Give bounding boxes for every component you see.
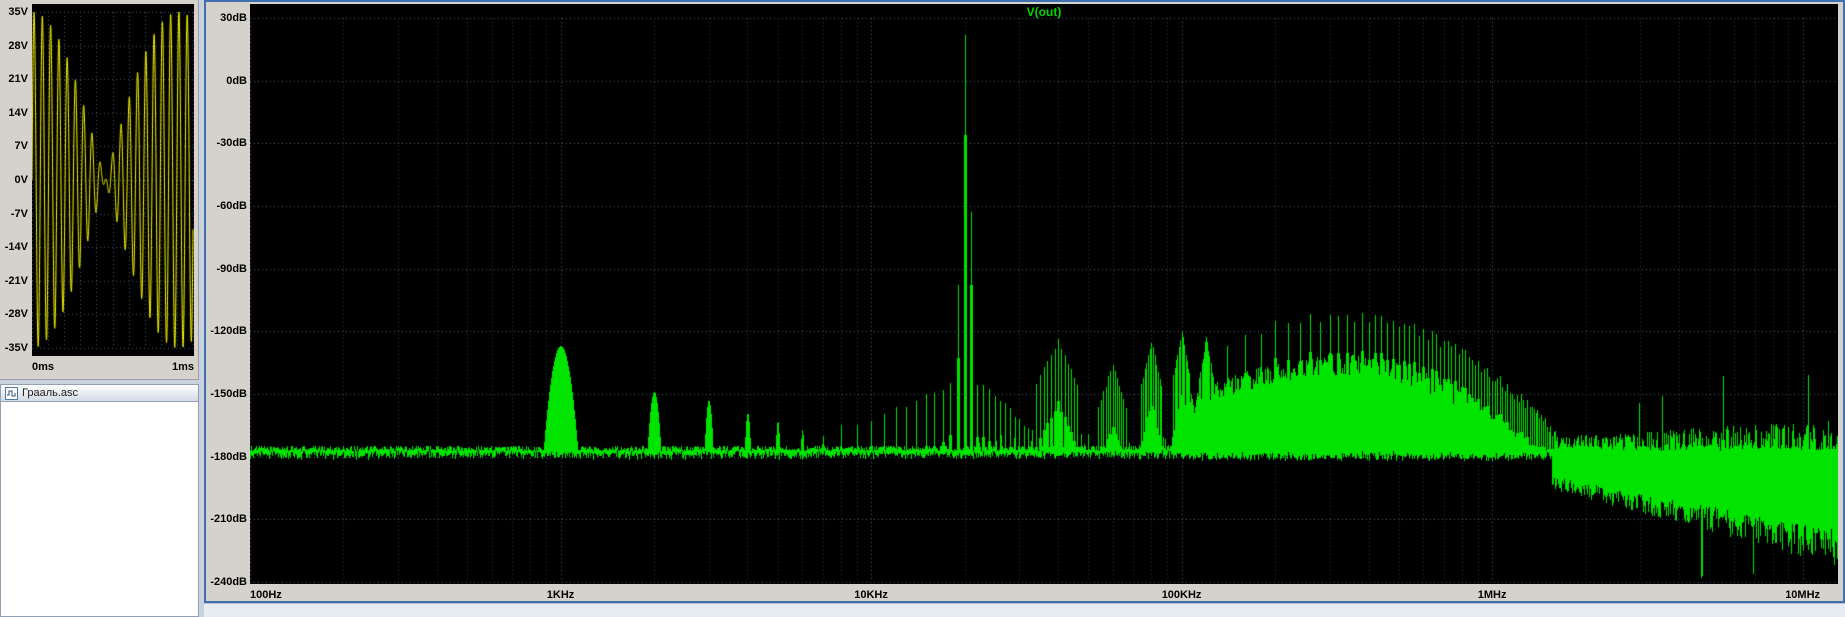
y-axis-tick-label: 0dB [226, 74, 247, 87]
x-axis-tick-label: 100KHz [1161, 589, 1202, 601]
y-axis-tick-label: 28V [8, 39, 28, 52]
fft-plot-area[interactable] [250, 4, 1838, 584]
y-axis-tick-label: -150dB [210, 388, 247, 400]
x-axis-tick-label: 1KHz [546, 589, 575, 601]
fft-plot-pane: V(out) 30dB 0dB -30dB -60dB -90dB -120dB -150d… [204, 0, 1845, 603]
y-axis-tick-label: 0V [14, 174, 28, 186]
y-axis-tick-label: -120dB [210, 325, 247, 338]
schematic-canvas[interactable] [0, 402, 199, 617]
x-axis-tick-label: 0ms [32, 361, 55, 373]
y-axis-tick-label: -35V [4, 342, 28, 354]
ltspice-workspace: 35V 28V 21V 14V 7V 0V -7V -14V -21V -28V -35V 0ms 1m… [0, 0, 1845, 617]
schematic-window: Грааль.asc [0, 384, 199, 617]
x-axis-tick-label: 100Hz [250, 589, 282, 601]
time-domain-plot-pane: 35V 28V 21V 14V 7V 0V -7V -14V -21V -28V -35V 0ms 1m… [0, 0, 199, 380]
fft-spectrum-canvas[interactable] [250, 4, 1838, 584]
y-axis-tick-label: 7V [14, 140, 28, 153]
y-axis-tick-label: 30dB [220, 12, 247, 24]
y-axis-tick-label: -21V [4, 274, 28, 287]
y-axis-tick-label: -7V [10, 207, 28, 220]
schematic-window-title: Грааль.asc [22, 387, 79, 399]
x-axis-tick-label: 1ms [171, 361, 194, 373]
schematic-window-titlebar[interactable]: Грааль.asc [0, 384, 199, 402]
ltspice-file-icon [5, 386, 18, 400]
y-axis-tick-label: -90dB [216, 262, 247, 275]
y-axis-tick-label: -30dB [216, 137, 247, 150]
bottom-scrollbar-strip [204, 603, 1845, 617]
y-axis-tick-label: 21V [8, 73, 28, 86]
y-axis-tick-label: -240dB [210, 576, 247, 588]
x-axis-tick-label: 10MHz [1785, 589, 1821, 601]
y-axis-tick-label: -14V [4, 241, 28, 254]
y-axis-tick-label: -60dB [216, 200, 247, 212]
time-domain-waveform-canvas[interactable] [32, 4, 194, 356]
y-axis-tick-label: 14V [8, 106, 28, 119]
y-axis-tick-label: 35V [8, 6, 28, 18]
time-domain-plot-area[interactable] [32, 4, 194, 356]
x-axis-tick-label: 10KHz [854, 589, 888, 601]
y-axis-tick-label: -210dB [210, 513, 247, 526]
y-axis-tick-label: -180dB [210, 450, 247, 463]
fft-trace-label[interactable]: V(out) [250, 5, 1838, 19]
x-axis-tick-label: 1MHz [1477, 589, 1507, 601]
y-axis-tick-label: -28V [4, 308, 28, 321]
